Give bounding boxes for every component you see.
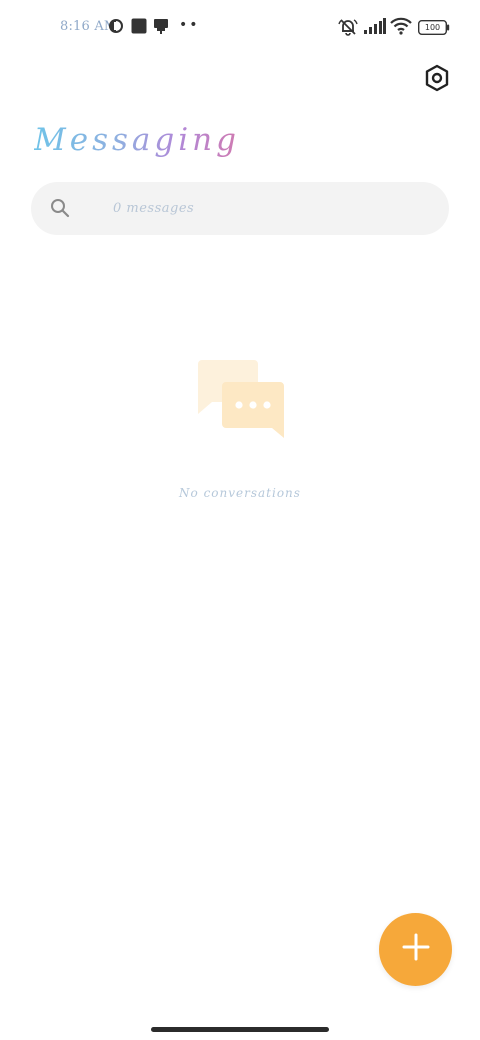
plus-icon — [402, 933, 430, 966]
page-title: Messaging — [34, 122, 240, 158]
new-conversation-button[interactable] — [379, 913, 452, 986]
more-notifications-icon: •• — [179, 17, 200, 33]
muted-bell-icon — [338, 17, 358, 42]
search-icon — [50, 198, 70, 223]
square-app-icon — [131, 18, 147, 39]
printer-app-icon — [153, 18, 169, 39]
app-notification-icon — [108, 18, 124, 39]
search-bar[interactable]: 0 messages — [31, 182, 449, 235]
empty-state-text: No conversations — [179, 486, 301, 500]
search-placeholder: 0 messages — [113, 201, 195, 216]
signal-icon — [364, 18, 386, 39]
status-bar: 8:16 AM •• 100 — [0, 0, 480, 56]
settings-hexagon-icon — [424, 64, 450, 97]
home-indicator[interactable] — [151, 1027, 329, 1032]
settings-button[interactable] — [422, 64, 452, 97]
battery-level: 100 — [424, 23, 441, 32]
chat-bubbles-icon — [196, 360, 286, 440]
wifi-icon — [390, 17, 412, 40]
